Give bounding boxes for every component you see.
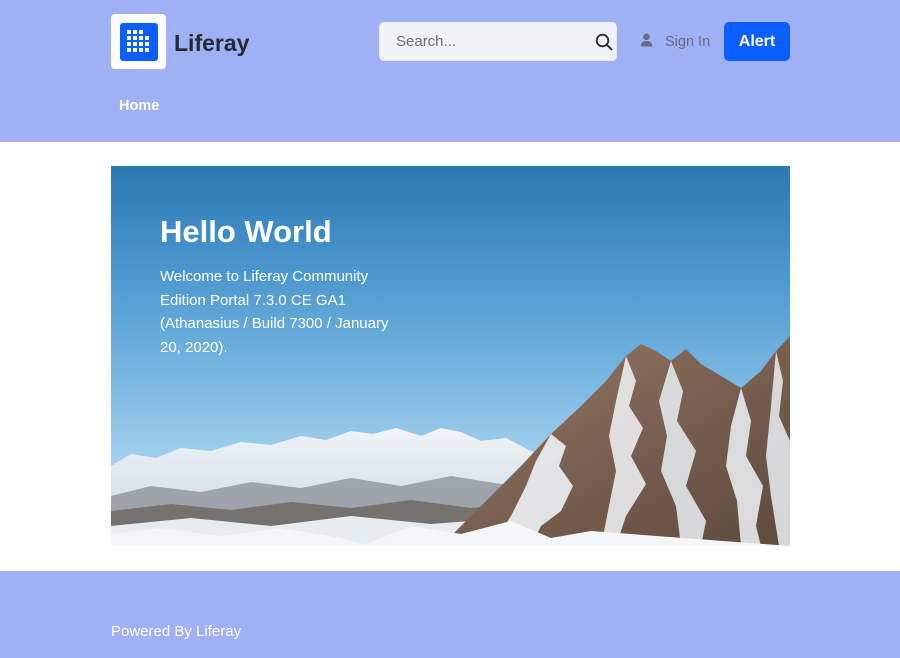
user-icon [640, 33, 653, 51]
sign-in-link[interactable]: Sign In [640, 31, 710, 53]
site-name[interactable]: Liferay [174, 29, 249, 57]
hero-title: Hello World [160, 214, 332, 249]
sign-in-label: Sign In [665, 34, 711, 50]
search-bar [379, 22, 617, 61]
site-logo-link[interactable] [111, 14, 166, 69]
site-footer: Powered By Liferay [0, 571, 900, 658]
site-header: Liferay Sign In Alert Home [0, 0, 900, 142]
nav-item-home[interactable]: Home [119, 96, 159, 116]
alert-button[interactable]: Alert [724, 22, 790, 61]
search-input[interactable] [396, 33, 595, 50]
liferay-logo-icon [119, 22, 158, 61]
hero-banner: Hello World Welcome to Liferay Community… [111, 166, 790, 546]
hero-description: Welcome to Liferay Community Edition Por… [160, 268, 389, 356]
search-icon[interactable] [595, 31, 613, 53]
footer-powered-by: Powered By Liferay [111, 623, 242, 640]
